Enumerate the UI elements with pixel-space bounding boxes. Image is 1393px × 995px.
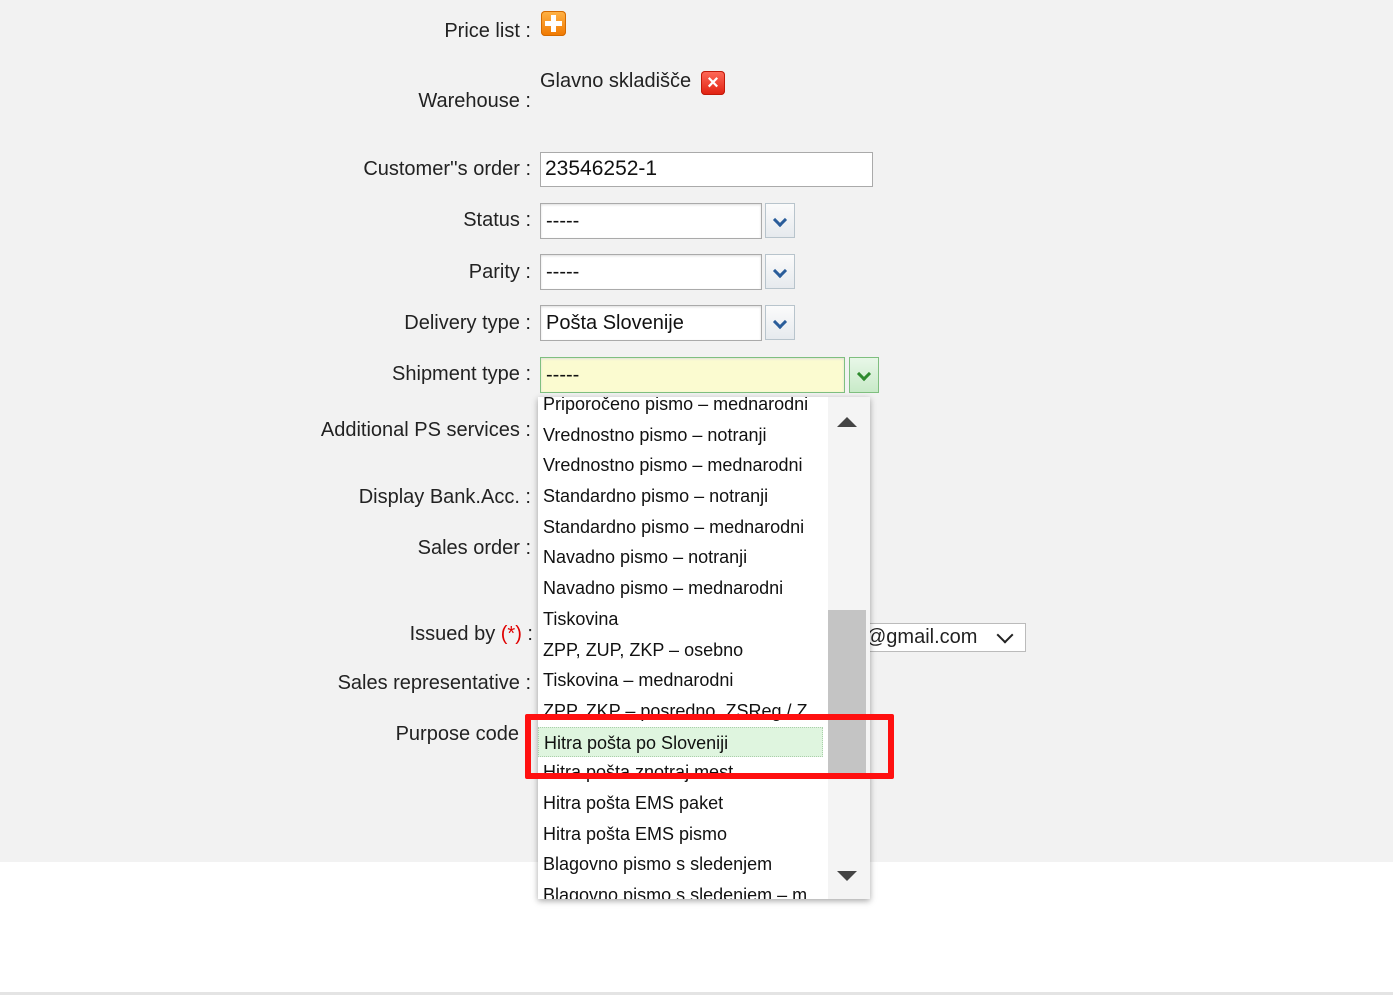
status-combo[interactable]: ----- — [540, 203, 762, 239]
scroll-down-icon[interactable] — [837, 871, 857, 881]
dropdown-item[interactable]: Blagovno pismo s sledenjem — [538, 849, 828, 880]
issued-by-text: Issued by — [409, 623, 496, 645]
warehouse-value: Glavno skladišče — [540, 70, 692, 92]
dropdown-item[interactable]: ZPP, ZUP, ZKP – osebno — [538, 635, 828, 666]
delivery-type-label: Delivery type : — [404, 312, 531, 334]
chevron-down-icon[interactable] — [765, 305, 795, 340]
dropdown-item[interactable]: Hitra pošta EMS paket — [538, 788, 828, 819]
shipment-type-combo[interactable]: ----- — [540, 357, 845, 393]
issued-by-value: @gmail.com — [866, 626, 978, 648]
dropdown-list: Priporočeno pismo – mednarodni Vrednostn… — [538, 397, 828, 899]
customer-order-label: Customer''s order : — [363, 158, 531, 180]
warehouse-label: Warehouse : — [418, 90, 531, 112]
dropdown-item[interactable]: Vrednostno pismo – notranji — [538, 420, 828, 451]
plus-icon[interactable] — [541, 11, 566, 36]
customer-order-input[interactable]: 23546252-1 — [540, 152, 873, 187]
sales-order-label: Sales order : — [417, 537, 531, 559]
dropdown-item[interactable]: Navadno pismo – mednarodni — [538, 573, 828, 604]
chevron-down-icon[interactable] — [849, 357, 879, 393]
chevron-down-icon[interactable] — [765, 254, 795, 289]
sales-representative-label: Sales representative : — [337, 672, 531, 694]
highlight-box — [525, 714, 894, 779]
price-list-label: Price list : — [444, 20, 531, 42]
dropdown-item[interactable]: Tiskovina — [538, 604, 828, 635]
dropdown-item[interactable]: Priporočeno pismo – mednarodni — [538, 397, 828, 420]
remove-icon[interactable]: × — [701, 71, 725, 95]
delivery-type-combo[interactable]: Pošta Slovenije — [540, 305, 762, 341]
shipment-type-label: Shipment type : — [392, 363, 531, 385]
dropdown-item[interactable]: Standardno pismo – mednarodni — [538, 512, 828, 543]
issued-by-label: Issued by (*) : — [410, 623, 533, 646]
chevron-down-icon[interactable] — [765, 203, 795, 238]
dropdown-scrollbar[interactable] — [828, 397, 870, 899]
dropdown-item[interactable]: Vrednostno pismo – mednarodni — [538, 450, 828, 481]
parity-combo[interactable]: ----- — [540, 254, 762, 290]
required-marker: (*) — [500, 623, 522, 645]
purpose-code-label: Purpose code — [395, 723, 519, 745]
dropdown-item[interactable]: Standardno pismo – notranji — [538, 481, 828, 512]
status-label: Status : — [463, 209, 531, 231]
issued-by-select[interactable]: @gmail.com — [862, 623, 1026, 652]
chevron-down-icon — [996, 626, 1014, 644]
issued-by-colon: : — [521, 623, 533, 645]
dropdown-item[interactable]: Blagovno pismo s sledenjem – m — [538, 880, 828, 899]
display-bank-account-label: Display Bank.Acc. : — [358, 486, 531, 508]
additional-ps-services-label: Additional PS services : — [320, 419, 531, 441]
parity-label: Parity : — [468, 261, 531, 283]
dropdown-item[interactable]: Tiskovina – mednarodni — [538, 665, 828, 696]
dropdown-item[interactable]: Hitra pošta EMS pismo — [538, 819, 828, 850]
scroll-up-icon[interactable] — [837, 417, 857, 427]
dropdown-item[interactable]: Navadno pismo – notranji — [538, 542, 828, 573]
shipment-type-dropdown[interactable]: Priporočeno pismo – mednarodni Vrednostn… — [538, 397, 870, 899]
